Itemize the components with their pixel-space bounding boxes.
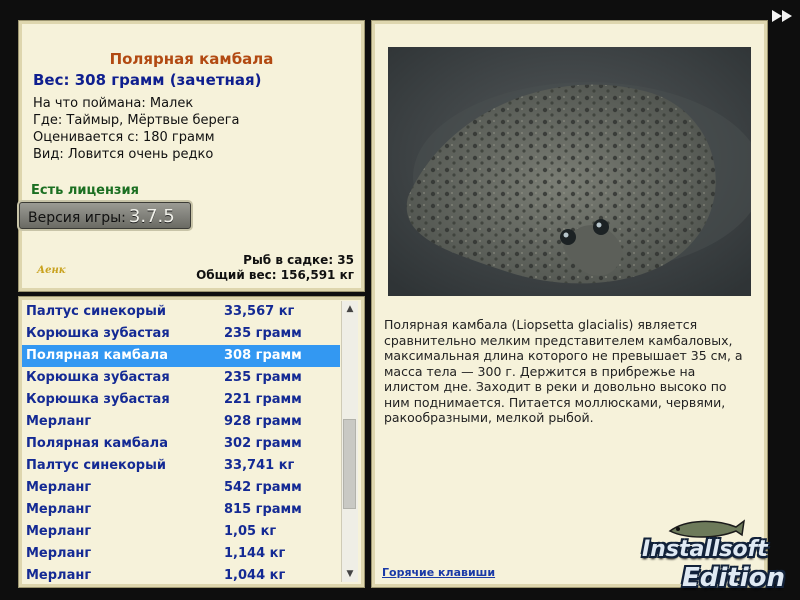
list-item[interactable]: Полярная камбала 302 грамм — [22, 433, 340, 455]
rarity: Вид: Ловится очень редко — [33, 147, 214, 162]
list-item-name: Мерланг — [26, 568, 92, 583]
list-item-name: Полярная камбала — [26, 348, 168, 363]
list-item[interactable]: Мерланг 542 грамм — [22, 477, 340, 499]
list-item-weight: 221 грамм — [224, 392, 302, 407]
list-item-weight: 1,144 кг — [224, 546, 286, 561]
fish-in-net: Рыб в садке: 35 — [243, 253, 354, 267]
list-item[interactable]: Мерланг 1,05 кг — [22, 521, 340, 543]
list-item-name: Мерланг — [26, 546, 92, 561]
catch-list-panel: Палтус синекорый 33,567 кг Корюшка зубаста… — [18, 296, 365, 588]
list-item[interactable]: Палтус синекорый 33,567 кг — [22, 301, 340, 323]
fish-title: Полярная камбала — [109, 50, 274, 68]
list-item[interactable]: Мерланг 815 грамм — [22, 499, 340, 521]
list-item[interactable]: Корюшка зубастая 235 грамм — [22, 367, 340, 389]
fish-attributes: На что поймана: Малек Где: Таймыр, Мёртв… — [33, 95, 240, 163]
author-logo: Аенк — [37, 265, 66, 276]
badge-line1: Installsoft — [642, 537, 768, 562]
chevron-down-icon[interactable]: ▼ — [342, 566, 358, 582]
list-scrollbar[interactable]: ▲ ▼ — [341, 301, 358, 582]
list-item-weight: 1,05 кг — [224, 524, 277, 539]
scrollbar-thumb[interactable] — [343, 419, 356, 509]
list-item-name: Полярная камбала — [26, 436, 168, 451]
list-item-name: Палтус синекорый — [26, 304, 166, 319]
list-item-name: Корюшка зубастая — [26, 392, 170, 407]
installsoft-badge: Installsoft Edition — [638, 515, 794, 597]
list-item-weight: 815 грамм — [224, 502, 302, 517]
list-item-weight: 1,044 кг — [224, 568, 286, 583]
list-item[interactable]: Корюшка зубастая 221 грамм — [22, 389, 340, 411]
badge-line2: Edition — [682, 563, 785, 593]
list-item[interactable]: Полярная камбала 308 грамм — [22, 345, 340, 367]
version-label: Версия игры: — [28, 210, 126, 226]
list-item-weight: 928 грамм — [224, 414, 302, 429]
fish-info-panel: Полярная камбала Вес: 308 грамм (зачетна… — [18, 20, 365, 292]
fish-photo — [388, 47, 751, 296]
fish-weight: Вес: 308 грамм (зачетная) — [33, 71, 262, 89]
fish-detail-panel: Полярная камбала (Liopsetta glacialis) я… — [371, 20, 768, 588]
list-item-weight: 33,741 кг — [224, 458, 295, 473]
list-item[interactable]: Мерланг 1,144 кг — [22, 543, 340, 565]
list-item-name: Корюшка зубастая — [26, 370, 170, 385]
list-item[interactable]: Корюшка зубастая 235 грамм — [22, 323, 340, 345]
list-item-weight: 302 грамм — [224, 436, 302, 451]
list-item-name: Палтус синекорый — [26, 458, 166, 473]
list-item-name: Мерланг — [26, 524, 92, 539]
list-item[interactable]: Мерланг 1,044 кг — [22, 565, 340, 583]
catch-list[interactable]: Палтус синекорый 33,567 кг Корюшка зубаста… — [22, 301, 340, 583]
catch-stats: Рыб в садке: 35 Общий вес: 156,591 кг — [196, 253, 354, 283]
list-item-name: Мерланг — [26, 414, 92, 429]
list-item-weight: 308 грамм — [224, 348, 302, 363]
version-number: 3.7.5 — [128, 206, 175, 227]
list-item-weight: 235 грамм — [224, 326, 302, 341]
rated-from: Оценивается с: 180 грамм — [33, 130, 215, 145]
license-status: Есть лицензия — [31, 183, 139, 198]
location: Где: Таймыр, Мёртвые берега — [33, 113, 240, 128]
list-item-weight: 542 грамм — [224, 480, 302, 495]
list-item[interactable]: Мерланг 928 грамм — [22, 411, 340, 433]
list-item[interactable]: Палтус синекорый 33,741 кг — [22, 455, 340, 477]
list-item-name: Корюшка зубастая — [26, 326, 170, 341]
chevron-up-icon[interactable]: ▲ — [342, 301, 358, 317]
list-item-name: Мерланг — [26, 502, 92, 517]
game-version: Версия игры: 3.7.5 — [19, 202, 191, 229]
list-item-name: Мерланг — [26, 480, 92, 495]
total-weight: Общий вес: 156,591 кг — [196, 268, 354, 282]
caught-with: На что поймана: Малек — [33, 96, 194, 111]
fish-description: Полярная камбала (Liopsetta glacialis) я… — [384, 317, 743, 425]
list-item-weight: 33,567 кг — [224, 304, 295, 319]
hotkeys-link[interactable]: Горячие клавиши — [382, 566, 495, 579]
fast-forward-icon[interactable] — [770, 8, 796, 24]
list-item-weight: 235 грамм — [224, 370, 302, 385]
